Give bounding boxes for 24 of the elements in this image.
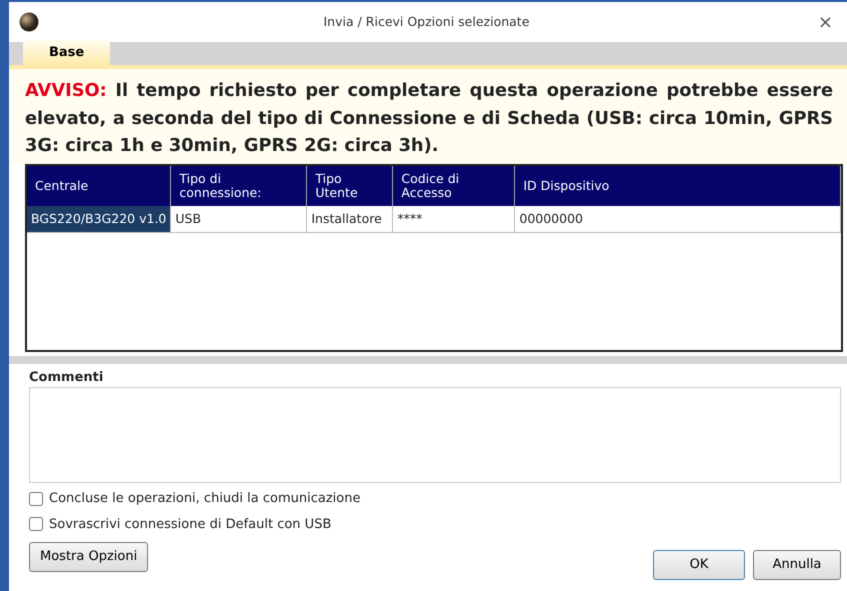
checkbox-label: Sovrascrivi connessione di Default con USB [49, 516, 332, 534]
column-header[interactable]: Tipo di connessione: [170, 166, 307, 206]
options-button[interactable]: Mostra Opzioni [29, 542, 148, 572]
column-header[interactable]: Centrale [27, 166, 171, 206]
tab[interactable]: Base [23, 40, 110, 65]
column-header[interactable]: Codice di Accesso [392, 166, 515, 206]
cancel-button[interactable]: Annulla [753, 550, 841, 580]
checkbox[interactable] [29, 517, 43, 532]
checkbox-label: Concluse le operazioni, chiudi la comunicazione [49, 490, 360, 508]
column-header[interactable]: ID Dispositivo [514, 166, 840, 206]
comments-label: Commenti [29, 368, 104, 387]
warning-text: AVVISO: Il tempo richiesto per completare questa operazione potrebbe essere elevato, a seconda del tipo di Connessione e di Scheda (USB: circa 10min, GPRS 3G: circa 1h e 30min, GPRS 2G: circa 3h). [9, 69, 847, 164]
app-logo-icon [19, 12, 39, 32]
table-cell: **** [392, 206, 515, 233]
ok-button[interactable]: OK [653, 550, 745, 580]
close-button[interactable]: × [814, 8, 837, 36]
comments-field[interactable] [29, 387, 841, 484]
checkbox[interactable] [29, 492, 43, 506]
table-cell: 00000000 [514, 206, 840, 233]
table-cell: Installatore [306, 206, 393, 233]
table-cell[interactable]: BGS220/B3G220 v1.0 [27, 206, 171, 233]
window-title: Invia / Ricevi Opzioni selezionate [322, 12, 530, 31]
column-header[interactable]: Tipo Utente [306, 166, 393, 206]
table-cell: USB [170, 206, 307, 233]
